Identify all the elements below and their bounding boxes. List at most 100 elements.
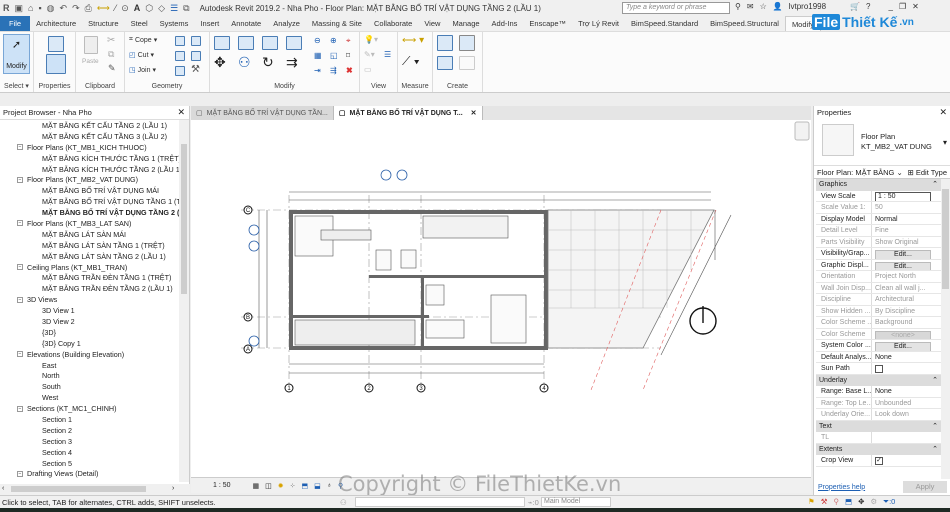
- delete-icon[interactable]: ✖: [346, 66, 353, 75]
- browser-view-item[interactable]: North: [0, 370, 180, 381]
- browser-view-item[interactable]: MẶT BẰNG LÁT SÀN MÁI: [0, 229, 180, 240]
- create-similar-icon[interactable]: [459, 56, 475, 70]
- save-icon[interactable]: ▪: [38, 3, 41, 13]
- sun-path-icon[interactable]: ✹: [278, 482, 284, 490]
- property-edit-button[interactable]: Edit...: [875, 250, 931, 259]
- section-icon[interactable]: ◇: [158, 3, 165, 14]
- properties-toggle-icon[interactable]: [46, 54, 66, 74]
- browser-view-item[interactable]: MẶT BẰNG TRẦN ĐÈN TẦNG 1 (TRỆT): [0, 272, 180, 283]
- drawing-canvas[interactable]: C B A 1 2 3 4: [191, 120, 811, 477]
- browser-view-item[interactable]: West: [0, 392, 180, 403]
- collapse-icon[interactable]: −: [17, 264, 23, 271]
- ribbon-tab-collaborate[interactable]: Collaborate: [368, 16, 418, 31]
- project-browser-close-icon[interactable]: ✕: [177, 107, 185, 118]
- collapse-icon[interactable]: −: [17, 144, 23, 151]
- trim-extend-icon[interactable]: ⇉: [286, 54, 298, 71]
- paint-icon[interactable]: [175, 66, 185, 76]
- select-dropdown[interactable]: Select ▾: [0, 82, 33, 90]
- project-browser-hscroll[interactable]: ‹ ›: [0, 484, 190, 495]
- copy-icon[interactable]: ⧉: [108, 49, 114, 60]
- array-icon[interactable]: ▦: [314, 51, 322, 60]
- measure-along-icon[interactable]: ⟋ ▾: [402, 54, 420, 69]
- trim-multiple-icon[interactable]: ⇶: [330, 66, 337, 75]
- close-icon[interactable]: ✕: [912, 2, 919, 11]
- collapse-icon[interactable]: −: [17, 296, 23, 303]
- instance-selector[interactable]: Floor Plan: MẶT BẰNG ⌄: [817, 168, 903, 177]
- ribbon-tab-analyze[interactable]: Analyze: [267, 16, 306, 31]
- home-icon[interactable]: ▣: [15, 3, 24, 14]
- filter-icon[interactable]: ⏷:0: [883, 497, 895, 507]
- collapse-icon[interactable]: −: [17, 351, 23, 358]
- browser-category[interactable]: − Drafting Views (Detail): [0, 469, 180, 480]
- collapse-group-icon[interactable]: ⌃: [932, 422, 938, 430]
- ribbon-tab-architecture[interactable]: Architecture: [30, 16, 82, 31]
- collapse-group-icon[interactable]: ⌃: [932, 376, 938, 384]
- browser-view-item[interactable]: MẶT BẰNG TRẦN ĐÈN TẦNG 2 (LẦU 1): [0, 283, 180, 294]
- paste-icon[interactable]: [84, 36, 98, 54]
- browser-view-item[interactable]: MẶT BẰNG BỐ TRÍ VẬT DỤNG TẦNG 1 (TRỆT): [0, 196, 180, 207]
- browser-view-item[interactable]: 3D View 1: [0, 305, 180, 316]
- type-dropdown-icon[interactable]: ▾: [943, 138, 947, 147]
- create-assembly-icon[interactable]: [437, 35, 453, 51]
- split-gap-icon[interactable]: ⊕: [330, 36, 337, 45]
- measure-icon[interactable]: ⟷: [97, 3, 110, 14]
- property-value[interactable]: None: [872, 352, 941, 363]
- scroll-right-icon[interactable]: ›: [172, 485, 174, 492]
- binoculars-icon[interactable]: ⚲: [735, 2, 741, 11]
- browser-view-item[interactable]: MẶT BẰNG KẾT CẤU TẦNG 3 (LẦU 2): [0, 131, 180, 142]
- background-process-icon[interactable]: ⚙: [870, 497, 877, 507]
- project-browser-vscroll[interactable]: [179, 120, 189, 482]
- view-tab-1[interactable]: ▢ MẶT BẰNG BỐ TRÍ VẬT DỤNG TẦN...: [191, 106, 334, 120]
- worksets-icon[interactable]: ⚇: [340, 498, 347, 507]
- property-value[interactable]: ✓: [872, 455, 941, 466]
- view-tab-2[interactable]: ▢ MẶT BẰNG BỐ TRÍ VẬT DỤNG T... ✕: [333, 106, 483, 120]
- ribbon-tab-add-ins[interactable]: Add-Ins: [486, 16, 524, 31]
- ribbon-tab-enscape-[interactable]: Enscape™: [523, 16, 572, 31]
- property-checkbox[interactable]: ✓: [875, 457, 883, 465]
- text-icon[interactable]: A: [134, 3, 141, 13]
- detail-level-icon[interactable]: ▦: [253, 482, 260, 490]
- minimize-icon[interactable]: _: [888, 2, 892, 11]
- collapse-icon[interactable]: −: [17, 405, 23, 412]
- scale-icon[interactable]: ◱: [330, 51, 338, 60]
- redo-icon[interactable]: ↷: [72, 3, 80, 14]
- temporary-hide-icon[interactable]: ♁: [327, 482, 332, 489]
- floor-plan-drawing[interactable]: C B A 1 2 3 4: [191, 120, 811, 477]
- browser-category[interactable]: − Ceiling Plans (KT_MB1_TRAN): [0, 262, 180, 273]
- browser-view-item[interactable]: MẶT BẰNG LÁT SÀN TẦNG 2 (LẦU 1): [0, 251, 180, 262]
- ribbon-tab-bimspeed-structural[interactable]: BimSpeed.Structural: [704, 16, 785, 31]
- 3d-view-icon[interactable]: ⬡: [145, 3, 153, 14]
- mirror-draw-axis-icon[interactable]: [286, 36, 302, 50]
- create-group-icon[interactable]: [437, 56, 453, 70]
- browser-view-item[interactable]: Section 2: [0, 425, 180, 436]
- property-group-graphics[interactable]: Graphics ⌃: [816, 179, 941, 191]
- browser-category[interactable]: − Floor Plans (KT_MB1_KICH THUOC): [0, 142, 180, 153]
- apply-button[interactable]: Apply: [903, 481, 947, 493]
- ribbon-tab-massing-site[interactable]: Massing & Site: [306, 16, 368, 31]
- properties-vscroll[interactable]: [941, 179, 950, 479]
- model-dropdown[interactable]: Main Model: [541, 497, 611, 507]
- cart-icon[interactable]: 🛒: [850, 2, 860, 11]
- browser-view-item[interactable]: East: [0, 360, 180, 371]
- thin-lines-icon[interactable]: ☰: [170, 3, 178, 14]
- browser-view-item[interactable]: MẶT BẰNG LÁT SÀN TẦNG 1 (TRỆT): [0, 240, 180, 251]
- property-value[interactable]: 1 : 50: [872, 191, 941, 201]
- property-edit-button[interactable]: Edit...: [875, 342, 931, 351]
- align-icon[interactable]: [214, 36, 230, 50]
- move-icon[interactable]: ✥: [214, 54, 226, 71]
- editing-requests-icon[interactable]: ⌁:0: [528, 498, 539, 507]
- collapse-group-icon[interactable]: ⌃: [932, 445, 938, 453]
- open-icon[interactable]: ⌂: [28, 3, 33, 13]
- create-parts-icon[interactable]: [459, 35, 475, 51]
- ribbon-tab-structure[interactable]: Structure: [82, 16, 124, 31]
- ribbon-tab-tr-l-revit[interactable]: Trợ Lý Revit: [572, 16, 625, 31]
- select-links-icon[interactable]: ⚑: [808, 497, 815, 507]
- browser-category[interactable]: − Floor Plans (KT_MB2_VAT DUNG): [0, 174, 180, 185]
- override-graphics-icon[interactable]: ✎▾: [364, 50, 375, 59]
- view-scale[interactable]: 1 : 50: [213, 482, 231, 489]
- type-properties-icon[interactable]: [48, 36, 64, 52]
- browser-view-item[interactable]: MẶT BẰNG KÍCH THƯỚC TẦNG 2 (LẦU 1): [0, 164, 180, 175]
- tag-icon[interactable]: ⊙: [121, 3, 129, 14]
- property-input[interactable]: 1 : 50: [875, 191, 931, 201]
- linework-icon[interactable]: ▭: [364, 65, 372, 74]
